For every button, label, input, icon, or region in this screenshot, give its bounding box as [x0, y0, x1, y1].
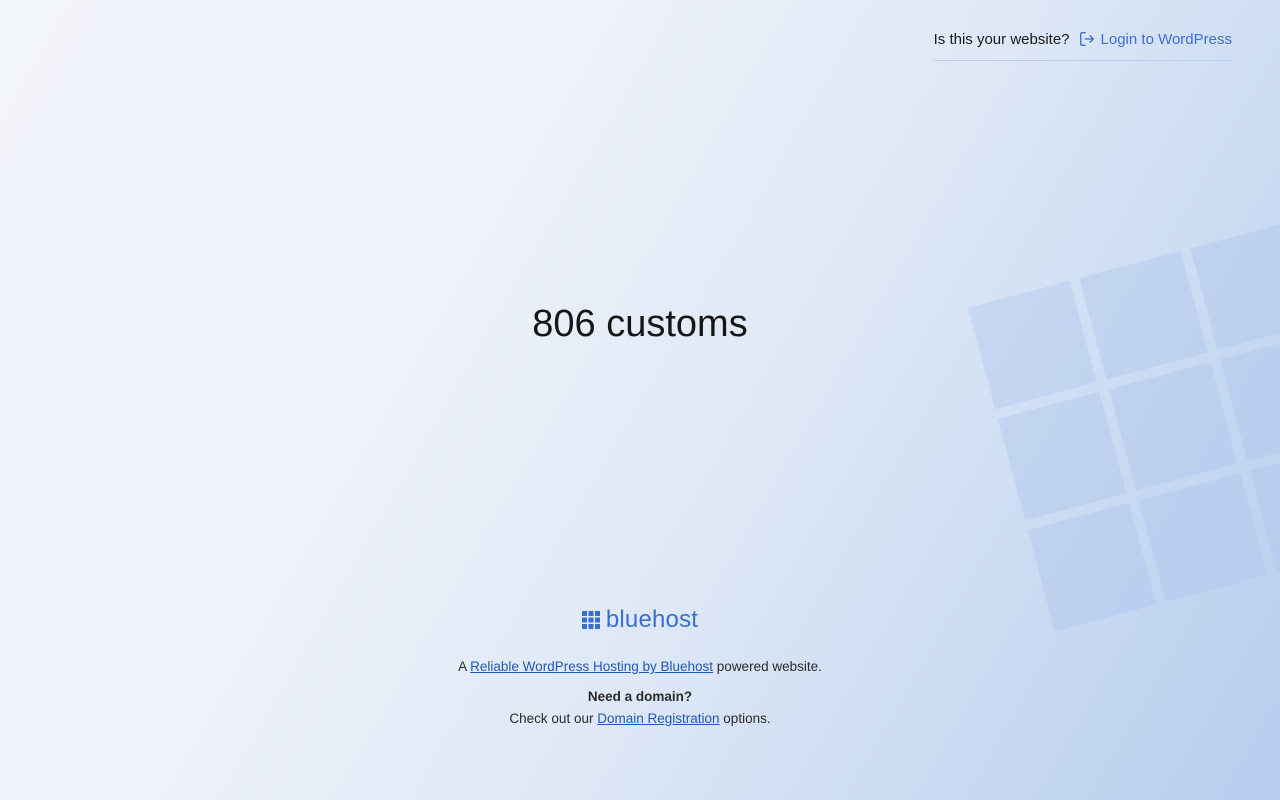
- powered-by-line: A Reliable WordPress Hosting by Bluehost…: [0, 656, 1280, 678]
- login-wordpress-label: Login to WordPress: [1100, 30, 1232, 48]
- owner-login-bar: Is this your website? Login to WordPress: [933, 30, 1232, 61]
- site-title: 806 customs: [532, 303, 748, 345]
- powered-suffix: powered website.: [716, 659, 822, 674]
- domain-line: Check out our Domain Registration option…: [0, 708, 1280, 730]
- domain-question: Need a domain?: [587, 689, 693, 704]
- domain-registration-link[interactable]: Domain Registration: [597, 711, 719, 726]
- bluehost-grid-icon: [581, 611, 600, 629]
- domain-prefix: Check out our: [509, 711, 594, 726]
- ownership-question: Is this your website?: [933, 30, 1070, 48]
- bluehost-logo[interactable]: bluehost: [581, 606, 699, 634]
- footer: bluehost A Reliable WordPress Hosting by…: [0, 606, 1280, 730]
- bluehost-wordmark: bluehost: [605, 606, 699, 633]
- hosting-link[interactable]: Reliable WordPress Hosting by Bluehost: [470, 659, 713, 674]
- login-wordpress-link[interactable]: Login to WordPress: [1078, 30, 1232, 48]
- login-icon: [1079, 32, 1094, 46]
- powered-prefix: A: [458, 659, 467, 674]
- domain-suffix: options.: [723, 711, 771, 726]
